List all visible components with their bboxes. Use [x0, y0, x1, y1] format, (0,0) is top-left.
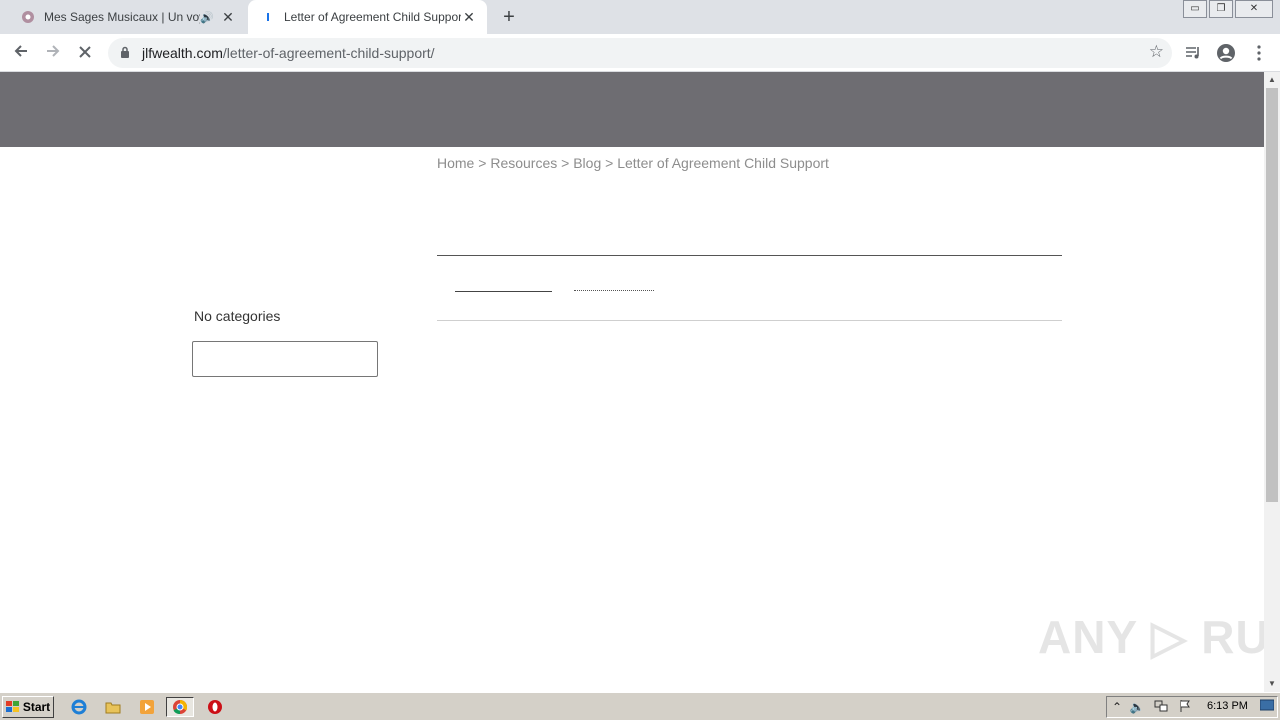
opera-icon[interactable]: [204, 697, 226, 717]
show-desktop-icon[interactable]: [1259, 699, 1275, 715]
anyrun-watermark: ANY ▷ RUN: [1038, 611, 1264, 663]
forward-arrow-icon[interactable]: [40, 40, 66, 66]
page-viewport: Home > Resources > Blog > Letter of Agre…: [0, 72, 1264, 692]
restore-button[interactable]: ❐: [1209, 0, 1233, 18]
site-header: [0, 72, 1264, 147]
kebab-menu-icon[interactable]: [1246, 40, 1272, 66]
content-divider: [437, 255, 1062, 256]
media-control-icon[interactable]: [1180, 40, 1206, 66]
tab-strip: Mes Sages Musicaux | Un voyage 🔊 ✕ Lette…: [0, 0, 1280, 34]
windows-logo-icon: [5, 701, 19, 712]
close-window-button[interactable]: ✕: [1235, 0, 1273, 18]
tab-title: Letter of Agreement Child Support -: [284, 10, 461, 24]
breadcrumb-separator: >: [478, 155, 487, 171]
media-player-icon[interactable]: [136, 697, 158, 717]
post-tab-dotted-underline[interactable]: [574, 290, 654, 291]
back-arrow-icon[interactable]: [8, 40, 34, 66]
start-label: Start: [22, 700, 51, 714]
browser-toolbar: jlfwealth.com/letter-of-agreement-child-…: [0, 34, 1280, 72]
scroll-down-arrow-icon[interactable]: ▼: [1264, 676, 1280, 692]
breadcrumb-current: Letter of Agreement Child Support: [617, 155, 829, 171]
lock-icon[interactable]: [120, 46, 130, 64]
sidebar-search-input[interactable]: [192, 341, 378, 377]
tray-expand-icon[interactable]: ⌃: [1109, 699, 1125, 715]
action-center-flag-icon[interactable]: [1177, 699, 1193, 715]
breadcrumb: Home > Resources > Blog > Letter of Agre…: [437, 155, 829, 171]
address-bar[interactable]: jlfwealth.com/letter-of-agreement-child-…: [108, 38, 1172, 68]
breadcrumb-separator: >: [561, 155, 570, 171]
tab-title: Mes Sages Musicaux | Un voyage: [44, 10, 200, 24]
page-scrollbar[interactable]: ▲ ▼: [1264, 72, 1280, 692]
new-tab-button[interactable]: +: [498, 5, 520, 29]
scrollbar-thumb[interactable]: [1266, 88, 1278, 502]
system-tray: ⌃ 🔈 6:13 PM: [1106, 696, 1278, 718]
taskbar-clock[interactable]: 6:13 PM: [1207, 700, 1248, 712]
url-host: jlfwealth.com: [142, 45, 223, 61]
profile-icon[interactable]: [1213, 40, 1239, 66]
breadcrumb-blog-link[interactable]: Blog: [573, 155, 601, 171]
chrome-icon[interactable]: [166, 697, 194, 717]
music-site-favicon-icon: [20, 9, 36, 25]
url-text[interactable]: jlfwealth.com/letter-of-agreement-child-…: [142, 45, 435, 61]
tab-letter-of-agreement[interactable]: Letter of Agreement Child Support - ✕: [248, 0, 487, 34]
breadcrumb-home-link[interactable]: Home: [437, 155, 474, 171]
content-divider-light: [437, 320, 1062, 321]
windows-taskbar: Start ⌃ 🔈 6:13 PM: [0, 692, 1280, 720]
url-path: /letter-of-agreement-child-support/: [222, 45, 435, 61]
tab-mes-sages-musicaux[interactable]: Mes Sages Musicaux | Un voyage 🔊 ✕: [8, 0, 246, 34]
volume-icon[interactable]: 🔈: [1129, 699, 1145, 715]
bookmark-star-icon[interactable]: ☆: [1149, 42, 1164, 62]
site-favicon-icon: [260, 9, 276, 25]
tab-close-icon[interactable]: ✕: [461, 9, 477, 26]
no-categories-text: No categories: [194, 308, 281, 324]
speaker-icon[interactable]: 🔊: [200, 11, 216, 24]
breadcrumb-separator: >: [605, 155, 614, 171]
start-button[interactable]: Start: [2, 696, 54, 718]
post-tab-underline[interactable]: [455, 291, 552, 292]
scroll-up-arrow-icon[interactable]: ▲: [1264, 72, 1280, 88]
network-icon[interactable]: [1153, 699, 1169, 715]
stop-loading-icon[interactable]: [72, 40, 98, 66]
tab-close-icon[interactable]: ✕: [220, 9, 236, 26]
folder-icon[interactable]: [102, 697, 124, 717]
internet-explorer-icon[interactable]: [68, 697, 90, 717]
breadcrumb-resources-link[interactable]: Resources: [490, 155, 557, 171]
minimize-button[interactable]: ▭: [1183, 0, 1207, 18]
